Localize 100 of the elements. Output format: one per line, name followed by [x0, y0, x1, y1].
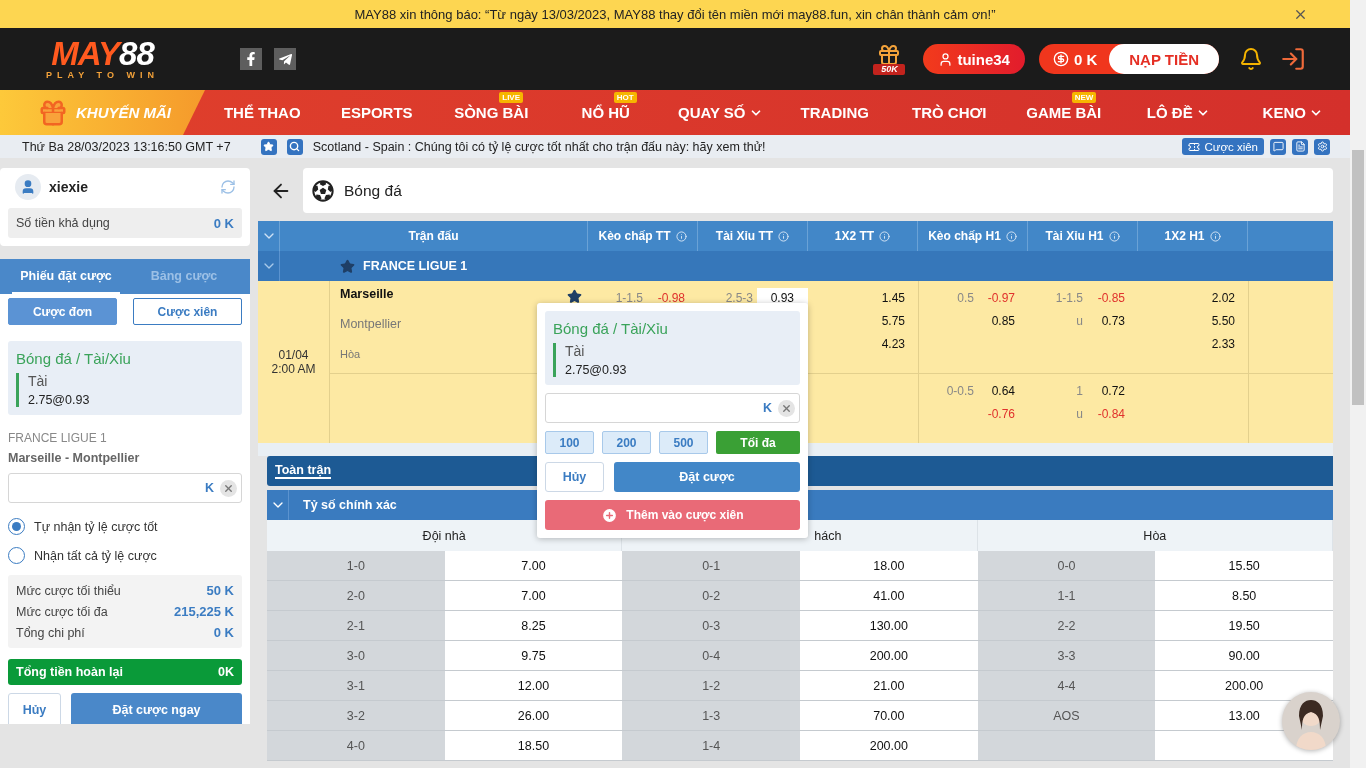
star-icon[interactable]: [340, 258, 355, 274]
odds-price[interactable]: 0.85: [991, 313, 1015, 328]
stake-field[interactable]: K: [545, 393, 800, 423]
info-icon[interactable]: [1005, 230, 1017, 242]
nav-item[interactable]: NỔ HŨ: [581, 104, 630, 121]
odds-value[interactable]: 13.00: [1228, 708, 1260, 723]
odds-price[interactable]: -0.85: [1097, 290, 1125, 305]
odds-value[interactable]: 21.00: [873, 678, 905, 693]
scrollbar[interactable]: [1350, 0, 1366, 768]
limit-value: 215,225 K: [174, 604, 234, 619]
odds-price[interactable]: 2.33: [1211, 336, 1235, 351]
odds-value[interactable]: 15.50: [1228, 558, 1260, 573]
info-icon[interactable]: [1108, 230, 1120, 242]
nav-item[interactable]: LÔ ĐỀ: [1146, 104, 1193, 121]
odds-price[interactable]: 2.02: [1211, 290, 1235, 305]
odds-value[interactable]: 7.00: [521, 558, 546, 573]
odds-value[interactable]: 90.00: [1228, 648, 1260, 663]
odds-value[interactable]: 70.00: [873, 708, 905, 723]
info-icon[interactable]: [879, 230, 891, 242]
odds-value[interactable]: 26.00: [517, 708, 550, 723]
odds-price[interactable]: 0.73: [1101, 313, 1125, 328]
add-parlay-button[interactable]: Thêm vào cược xiên: [545, 500, 800, 530]
nav-item[interactable]: TRÒ CHƠI: [912, 104, 987, 121]
radio-label: Tự nhận tỷ lệ cược tốt: [34, 519, 158, 534]
logout-icon[interactable]: [1280, 46, 1306, 72]
odds-value[interactable]: 41.00: [873, 588, 905, 603]
user-button[interactable]: tuine34: [923, 44, 1025, 74]
odds-value[interactable]: 8.25: [521, 618, 546, 633]
score-cell: 0-2: [622, 581, 800, 611]
settings-icon[interactable]: [1314, 138, 1330, 155]
odds-value[interactable]: 19.50: [1228, 618, 1260, 633]
place-bet-button[interactable]: Đặt cược: [614, 462, 800, 492]
info-icon[interactable]: [675, 230, 687, 242]
cancel-button[interactable]: Hủy: [545, 462, 604, 492]
odds-price[interactable]: -0.98: [657, 290, 685, 305]
odds-value[interactable]: 7.00: [521, 588, 546, 603]
plus-icon: [601, 506, 619, 524]
score-cell: 3-1: [267, 671, 445, 701]
stake-field[interactable]: K: [8, 473, 242, 503]
bet-slip-tab[interactable]: Phiếu đặt cược: [12, 259, 120, 294]
score-cell: 1-3: [622, 701, 800, 731]
odds-price[interactable]: 5.50: [1211, 313, 1235, 328]
max-button[interactable]: Tối đa: [716, 431, 800, 454]
nav-item[interactable]: THỂ THAO: [223, 104, 301, 121]
nav-item[interactable]: KENO: [1262, 104, 1306, 121]
unit-label: K: [762, 401, 772, 415]
odds-price[interactable]: -0.76: [987, 406, 1015, 421]
limit-value: 0 K: [213, 625, 234, 640]
odds-price[interactable]: 0.64: [991, 383, 1015, 398]
odds-value[interactable]: 200.00: [1225, 678, 1264, 693]
logo-wordmark[interactable]: MAY88: [51, 38, 154, 70]
score-cell: 3-3: [977, 641, 1156, 671]
match-name: Marseille - Montpellier: [8, 451, 141, 465]
odds-value[interactable]: 9.75: [521, 648, 546, 663]
period-tab[interactable]: Toàn trận: [275, 463, 332, 479]
nav-item[interactable]: TRADING: [800, 104, 869, 121]
odds-value[interactable]: 18.50: [517, 738, 550, 753]
clear-icon[interactable]: [778, 399, 795, 417]
deposit-button[interactable]: NẠP TIỀN: [1109, 44, 1219, 74]
document-icon[interactable]: [1292, 138, 1308, 155]
telegram-icon[interactable]: [274, 48, 296, 70]
facebook-icon[interactable]: [240, 48, 262, 70]
odds-price[interactable]: -0.97: [987, 290, 1015, 305]
bet-mode-button[interactable]: Cược đơn: [8, 298, 117, 325]
unit-label: K: [204, 481, 214, 495]
odds-price[interactable]: 4.23: [881, 336, 905, 351]
info-icon[interactable]: [778, 230, 790, 242]
home-team: Marseille: [340, 287, 394, 302]
clear-icon[interactable]: [220, 479, 237, 497]
nav-item[interactable]: QUAY SỐ: [678, 104, 746, 121]
bet-mode-button[interactable]: Cược xiên: [133, 298, 242, 325]
amount-button[interactable]: 500: [659, 431, 708, 454]
parlay-button[interactable]: Cược xiên: [1182, 138, 1264, 155]
amount-button[interactable]: 200: [602, 431, 651, 454]
close-icon[interactable]: [1293, 7, 1308, 22]
market-title: Tỷ số chính xác: [303, 498, 397, 512]
odds-price[interactable]: -0.84: [1097, 406, 1125, 421]
search-icon[interactable]: [286, 138, 303, 155]
odds-price[interactable]: 5.75: [881, 313, 905, 328]
odds-value[interactable]: 200.00: [869, 648, 908, 663]
bell-icon[interactable]: [1239, 47, 1263, 71]
odds-price[interactable]: 1.45: [881, 290, 905, 305]
star-icon[interactable]: [567, 289, 582, 304]
place-bet-button[interactable]: Đặt cược ngay: [71, 693, 242, 724]
odds-value[interactable]: 200.00: [869, 738, 908, 753]
info-icon[interactable]: [1209, 230, 1221, 242]
odds-price[interactable]: 0.72: [1101, 383, 1125, 398]
odds-value[interactable]: 18.00: [873, 558, 905, 573]
selection-odds: 2.75@0.93: [565, 363, 628, 377]
column-header: Trận đấu: [408, 229, 459, 243]
nav-item[interactable]: GAME BÀI: [1026, 104, 1102, 121]
odds-value[interactable]: 12.00: [517, 678, 550, 693]
odds-value[interactable]: 8.50: [1232, 588, 1257, 603]
odds-value[interactable]: 130.00: [869, 618, 908, 633]
cancel-button[interactable]: Hủy: [8, 693, 61, 724]
chat-icon[interactable]: [1270, 138, 1286, 155]
amount-button[interactable]: 100: [545, 431, 594, 454]
nav-item[interactable]: ESPORTS: [340, 104, 413, 121]
star-icon[interactable]: [260, 138, 277, 155]
nav-item[interactable]: SÒNG BÀI: [454, 104, 529, 121]
